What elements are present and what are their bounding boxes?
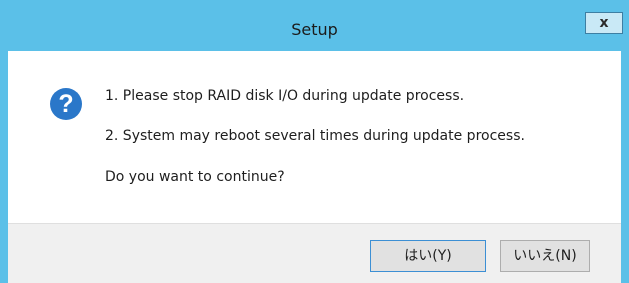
button-bar: はい(Y) いいえ(N) bbox=[8, 223, 621, 283]
message-line-1: 1. Please stop RAID disk I/O during upda… bbox=[105, 88, 465, 104]
dialog-title: Setup bbox=[291, 20, 338, 39]
yes-button[interactable]: はい(Y) bbox=[370, 240, 486, 272]
message-line-2: 2. System may reboot several times durin… bbox=[105, 128, 525, 144]
close-button[interactable]: x bbox=[585, 12, 623, 34]
question-icon: ? bbox=[50, 88, 82, 120]
title-bar[interactable]: Setup x bbox=[0, 12, 629, 46]
setup-dialog: Setup x ? 1. Please stop RAID disk I/O d… bbox=[0, 0, 629, 283]
message-question: Do you want to continue? bbox=[105, 169, 285, 185]
no-button[interactable]: いいえ(N) bbox=[500, 240, 590, 272]
